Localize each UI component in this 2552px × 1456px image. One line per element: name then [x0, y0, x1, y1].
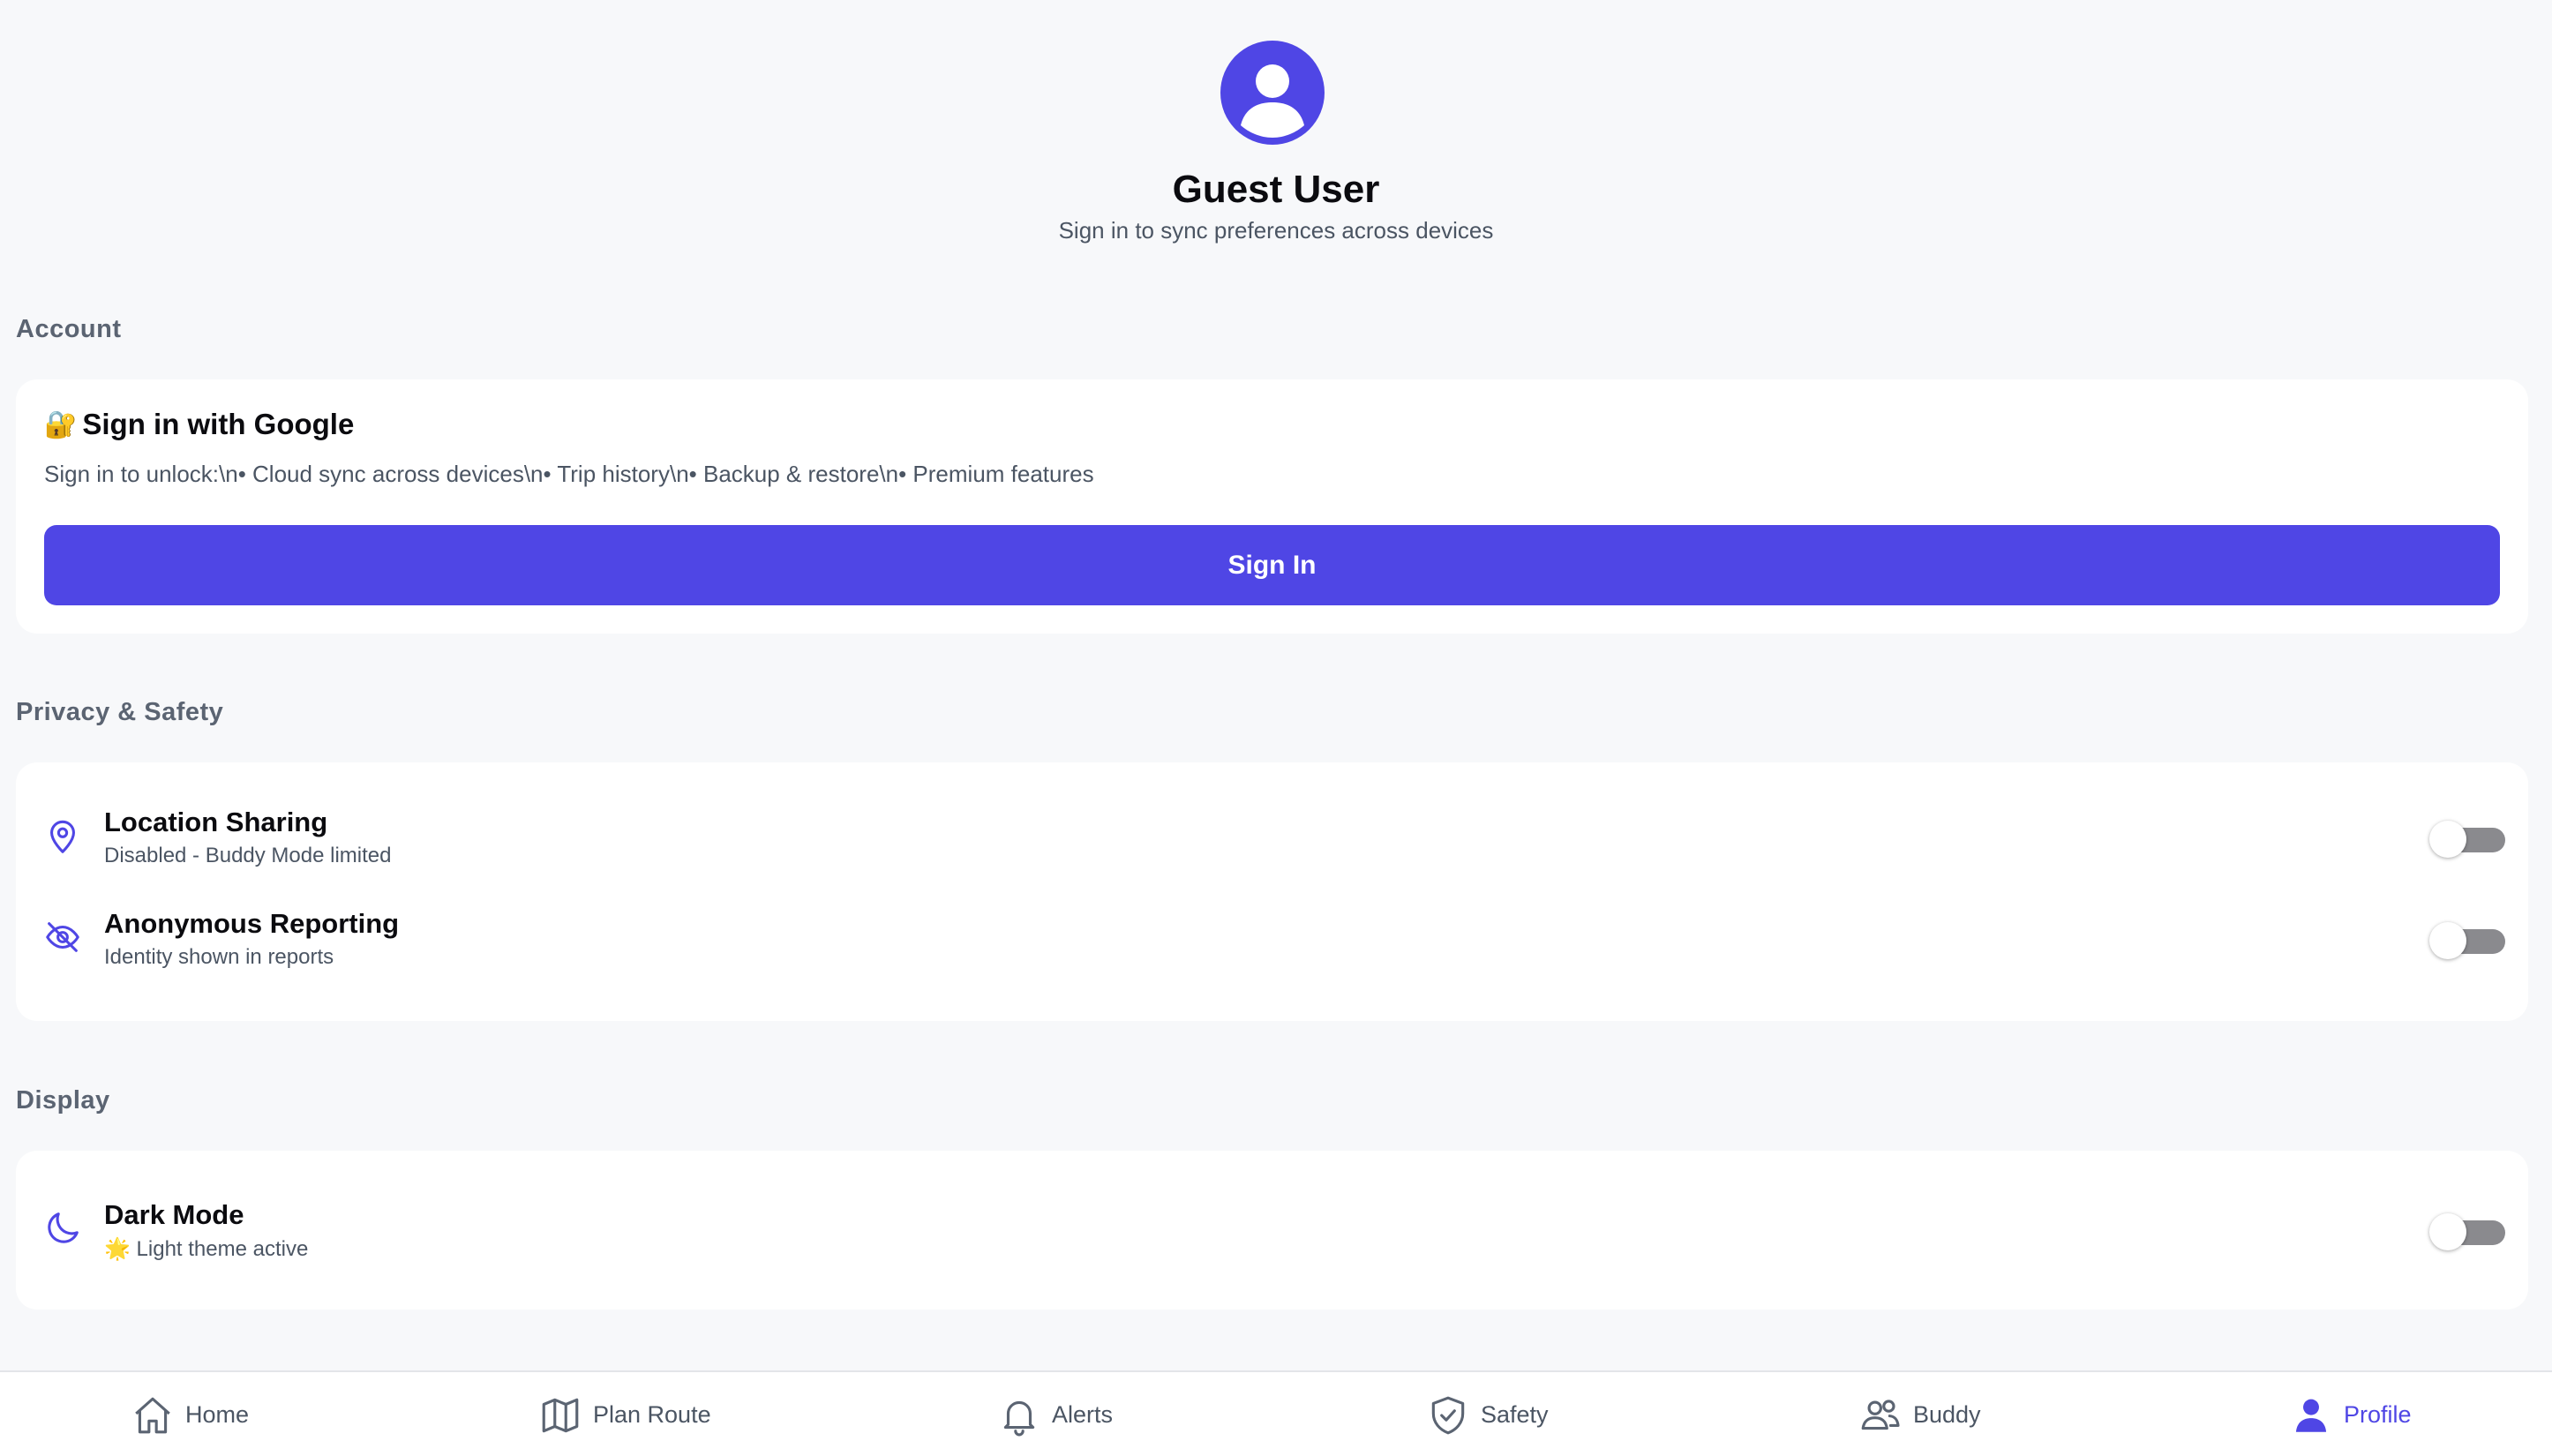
toggle-knob	[2429, 821, 2466, 858]
display-card: Dark Mode 🌟 Light theme active	[16, 1151, 2528, 1310]
nav-item-plan-route[interactable]: Plan Route	[538, 1372, 711, 1456]
nav-label: Buddy	[1913, 1401, 1981, 1428]
nav-label: Plan Route	[593, 1401, 711, 1428]
account-card-description: Sign in to unlock:\n• Cloud sync across …	[44, 461, 1094, 487]
home-icon	[135, 1397, 170, 1433]
account-card: 🔐 Sign in with Google Sign in to unlock:…	[16, 379, 2528, 634]
nav-item-home[interactable]: Home	[131, 1372, 249, 1456]
dark-mode-toggle[interactable]	[2429, 1213, 2505, 1250]
account-card-title-text: Sign in with Google	[82, 408, 355, 440]
users-icon	[1861, 1399, 1900, 1430]
section-title-privacy: Privacy & Safety	[16, 698, 224, 726]
nav-item-alerts[interactable]: Alerts	[997, 1372, 1113, 1456]
lock-icon: 🔐	[44, 409, 78, 439]
sign-in-button[interactable]: Sign In	[44, 525, 2500, 605]
user-icon	[2295, 1399, 2327, 1432]
nav-item-safety[interactable]: Safety	[1426, 1372, 1549, 1456]
section-title-account: Account	[16, 315, 122, 343]
setting-subtitle: 🌟 Light theme active	[104, 1237, 309, 1261]
page-subtitle: Sign in to sync preferences across devic…	[1058, 217, 1494, 244]
toggle-knob	[2429, 1213, 2466, 1250]
bottom-nav: Home Plan Route Alerts Safety Buddy Prof…	[0, 1370, 2552, 1456]
eye-slash-icon	[42, 917, 83, 957]
setting-subtitle: Disabled - Buddy Mode limited	[104, 844, 392, 867]
page-title: Guest User	[1172, 168, 1380, 211]
setting-title: Location Sharing	[104, 807, 328, 837]
bell-icon	[1003, 1400, 1035, 1436]
nav-item-profile[interactable]: Profile	[2289, 1372, 2412, 1456]
nav-label: Profile	[2344, 1401, 2412, 1428]
avatar	[1220, 41, 1325, 145]
section-title-display: Display	[16, 1086, 110, 1115]
nav-label: Home	[185, 1401, 250, 1428]
user-avatar-icon	[1241, 64, 1304, 138]
setting-subtitle: Identity shown in reports	[104, 945, 334, 969]
location-sharing-toggle[interactable]	[2429, 821, 2505, 858]
setting-title: Anonymous Reporting	[104, 908, 400, 939]
account-card-title: 🔐 Sign in with Google	[44, 408, 354, 441]
moon-icon	[42, 1208, 83, 1249]
nav-label: Safety	[1481, 1401, 1549, 1428]
nav-item-buddy[interactable]: Buddy	[1858, 1372, 1981, 1456]
shield-check-icon	[1431, 1396, 1465, 1434]
toggle-knob	[2429, 922, 2466, 959]
nav-label: Alerts	[1052, 1401, 1114, 1428]
privacy-card: Location Sharing Disabled - Buddy Mode l…	[16, 762, 2528, 1021]
setting-row-location-sharing: Location Sharing Disabled - Buddy Mode l…	[16, 798, 2528, 877]
setting-row-anonymous-reporting: Anonymous Reporting Identity shown in re…	[16, 899, 2528, 979]
location-pin-icon	[42, 815, 83, 856]
anonymous-reporting-toggle[interactable]	[2429, 922, 2505, 959]
setting-row-dark-mode: Dark Mode 🌟 Light theme active	[16, 1190, 2528, 1270]
map-icon	[542, 1398, 579, 1432]
profile-page: Guest User Sign in to sync preferences a…	[0, 0, 2552, 1456]
setting-title: Dark Mode	[104, 1199, 244, 1230]
